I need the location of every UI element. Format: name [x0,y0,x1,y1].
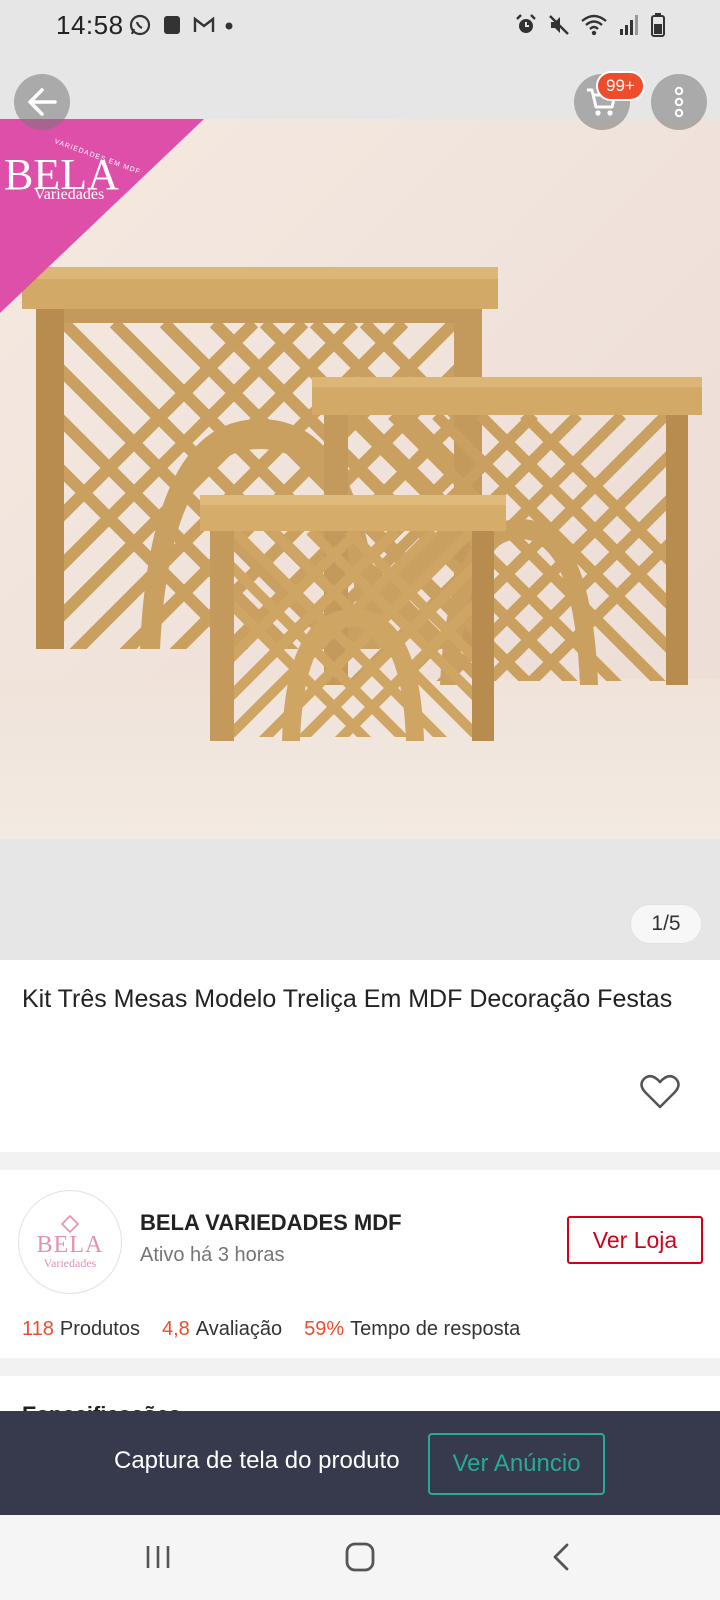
stat-label: Avaliação [195,1318,283,1340]
shop-avatar-title: BELA [36,1232,104,1258]
status-right-icons [514,13,666,37]
status-bar: 14:58 [0,0,720,52]
stat-value: 59% [304,1318,345,1340]
alarm-icon [516,14,536,33]
brand-banner-subtitle: Variedades [34,186,104,203]
image-counter: 1/5 [630,904,702,944]
section-divider [0,1152,720,1170]
more-vertical-icon [674,86,684,118]
system-nav-bar [0,1515,720,1600]
shop-stat-products: 118 Produtos [22,1318,140,1341]
arrow-left-icon [28,88,57,116]
shop-section: BELA Variedades BELA VARIEDADES MDF Ativ… [0,1170,720,1358]
status-time: 14:58 [56,10,124,40]
shop-active-status: Ativo há 3 horas [140,1244,285,1266]
shop-avatar-subtitle: Variedades [43,1256,97,1270]
product-photo: BELA Variedades VARIEDADES EM MDF [0,119,720,839]
dot-icon [225,22,233,30]
recent-apps-icon [146,1546,170,1568]
cart-badge: 99+ [596,71,645,101]
screenshot-banner: Captura de tela do produto Ver Anúncio [0,1411,720,1515]
system-back-button[interactable] [540,1535,584,1579]
section-divider [0,1358,720,1376]
heart-icon[interactable] [640,1074,680,1110]
stat-value: 118 [22,1318,54,1340]
specifications-row[interactable]: Especificações › [0,1376,720,1431]
stat-label: Produtos [59,1318,140,1340]
status-left-icons [128,13,234,37]
chevron-left-icon [553,1543,569,1571]
visit-shop-button[interactable]: Ver Loja [567,1216,703,1264]
recent-apps-button[interactable] [136,1535,180,1579]
product-title-section: Kit Três Mesas Modelo Treliça Em MDF Dec… [0,960,720,1152]
gmail-icon [193,16,215,32]
product-image[interactable]: BELA Variedades VARIEDADES EM MDF [0,119,720,839]
home-icon [345,1542,375,1572]
shop-stats: 118 Produtos 4,8 Avaliação 59% Tempo de res… [22,1318,520,1341]
more-button[interactable] [651,74,707,130]
whatsapp-icon [129,14,151,36]
stat-label: Tempo de resposta [350,1318,521,1340]
shop-stat-rating: 4,8 Avaliação [162,1318,282,1341]
mute-icon [549,15,569,35]
back-button[interactable] [14,74,70,130]
battery-icon [651,13,665,37]
stat-value: 4,8 [161,1318,190,1340]
screenshot-banner-text: Captura de tela do produto [114,1447,400,1474]
signal-icon [620,15,638,35]
tag-icon [60,1215,80,1233]
shop-avatar[interactable]: BELA Variedades [18,1190,122,1294]
product-title: Kit Três Mesas Modelo Treliça Em MDF Dec… [22,985,673,1013]
home-button[interactable] [338,1535,382,1579]
shop-stat-response: 59% Tempo de resposta [304,1318,520,1341]
notification-box-icon [164,16,180,34]
view-listing-button[interactable]: Ver Anúncio [428,1433,605,1495]
wifi-icon [581,14,607,36]
shop-name[interactable]: BELA VARIEDADES MDF [140,1210,402,1236]
